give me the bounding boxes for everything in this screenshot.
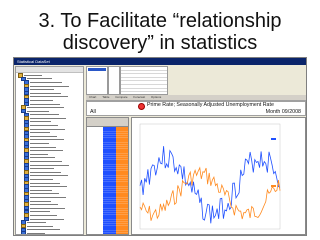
toolbar-forecast[interactable]: Forecast	[133, 95, 145, 99]
chart-header-period: Month 09/2008	[265, 109, 301, 115]
tree-item-label	[29, 117, 66, 119]
tree-item-label	[29, 211, 50, 213]
tree-item-label	[29, 128, 65, 130]
dataset-icon	[138, 103, 145, 110]
data-table-header	[87, 118, 128, 127]
tree-item-label	[29, 81, 62, 83]
tree-item-label	[26, 110, 49, 112]
toolbar-compare[interactable]: Compare	[115, 95, 127, 99]
tree-item-label	[29, 157, 55, 159]
series-list-selection[interactable]	[88, 68, 106, 71]
series-icon	[21, 231, 26, 234]
tree-item-label	[26, 232, 45, 234]
tree-item-label	[29, 200, 51, 202]
tree-item-label	[29, 135, 57, 137]
tree-item-label	[29, 168, 54, 170]
legend-series-1	[271, 138, 301, 141]
tree-item-label	[26, 107, 64, 109]
date-list[interactable]	[120, 66, 168, 95]
tree-item-label	[29, 186, 67, 188]
tree-item-label	[26, 222, 46, 224]
series-1-line	[139, 146, 281, 224]
tree-item-label	[29, 153, 48, 155]
legend-swatch-series-1	[271, 138, 276, 140]
chart-header-title: Prime Rate; Seasonally Adjusted Unemploy…	[147, 102, 274, 108]
chart-header-scope: All	[90, 109, 96, 115]
tree-item[interactable]	[16, 231, 83, 234]
app-title-bar: Statistical DataSet	[14, 58, 306, 65]
chart-svg	[139, 123, 281, 230]
application-screenshot: Statistical DataSet Chart Table Compare …	[13, 57, 307, 236]
frequency-list[interactable]	[108, 66, 120, 95]
tree-item-label	[29, 204, 58, 206]
tree-item-label	[29, 96, 68, 98]
tree-item-label	[23, 74, 42, 76]
series-list[interactable]	[86, 66, 108, 95]
tree-item-label	[29, 121, 51, 123]
tree-item-label	[29, 182, 60, 184]
tree-item-label	[29, 214, 57, 216]
tree-item-label	[29, 161, 62, 162]
tree-item-label	[26, 78, 52, 80]
toolbar-options[interactable]: Options	[151, 95, 161, 99]
tree-item-label	[29, 125, 58, 127]
slide-title-line-1: 3. To Facilitate “relationship	[38, 10, 282, 32]
legend-swatch-series-2	[271, 185, 276, 187]
data-table[interactable]	[86, 117, 129, 235]
toolbar-table[interactable]: Table	[102, 95, 109, 99]
table-row-lines	[87, 127, 128, 234]
legend-series-2	[271, 185, 301, 188]
category-tree[interactable]	[15, 66, 84, 235]
tree-item-label	[29, 171, 61, 173]
slide-title-line-2: discovery” in statistics	[62, 32, 258, 54]
tree-item-label	[29, 139, 64, 141]
tree-item-label	[26, 225, 53, 227]
tree-item-label	[29, 178, 53, 180]
tree-body	[16, 73, 83, 234]
tree-item-label	[29, 146, 56, 148]
tree-item-label	[29, 164, 69, 166]
tree-item-label	[29, 189, 52, 191]
tree-item-label	[29, 99, 53, 101]
tree-item-label	[29, 218, 64, 220]
chart-header: Prime Rate; Seasonally Adjusted Unemploy…	[86, 101, 306, 116]
tree-item-label	[29, 114, 59, 116]
tree-item-label	[29, 92, 61, 94]
slide-title: 3. To Facilitate “relationship discovery…	[0, 10, 320, 54]
tree-item-label	[29, 193, 59, 195]
tree-item-label	[29, 150, 63, 152]
toolbar-chart[interactable]: Chart	[89, 95, 96, 99]
tree-item-label	[29, 143, 49, 145]
tree-item-label	[29, 89, 54, 91]
tree-item-label	[29, 196, 66, 198]
tree-item-label	[29, 85, 69, 87]
tree-item-label	[29, 175, 68, 177]
tree-item-label	[26, 229, 60, 231]
tree-item-label	[29, 132, 50, 134]
tree-item-label	[29, 103, 60, 105]
chart-pane[interactable]	[131, 117, 306, 235]
tree-item-label	[29, 207, 65, 209]
